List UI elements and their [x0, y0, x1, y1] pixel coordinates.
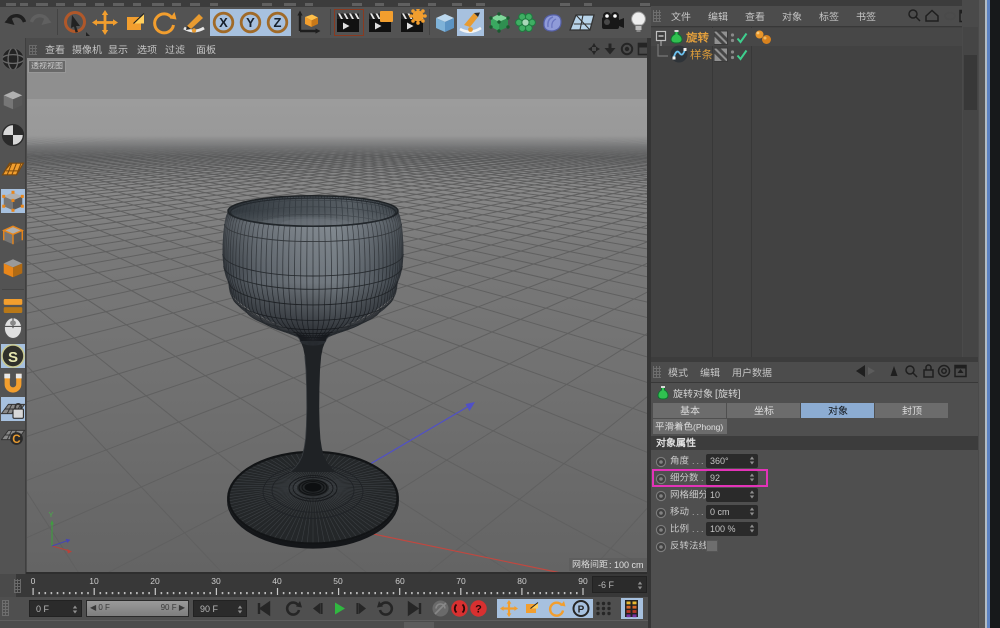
svg-text:S: S: [8, 349, 18, 366]
svg-text:?: ?: [475, 604, 482, 616]
svg-text:Z: Z: [274, 15, 282, 30]
svg-text:Y: Y: [246, 15, 255, 30]
svg-text:C: C: [12, 433, 21, 446]
svg-text:Y: Y: [49, 510, 54, 519]
svg-text:X: X: [219, 15, 228, 30]
svg-text:P: P: [578, 605, 585, 616]
